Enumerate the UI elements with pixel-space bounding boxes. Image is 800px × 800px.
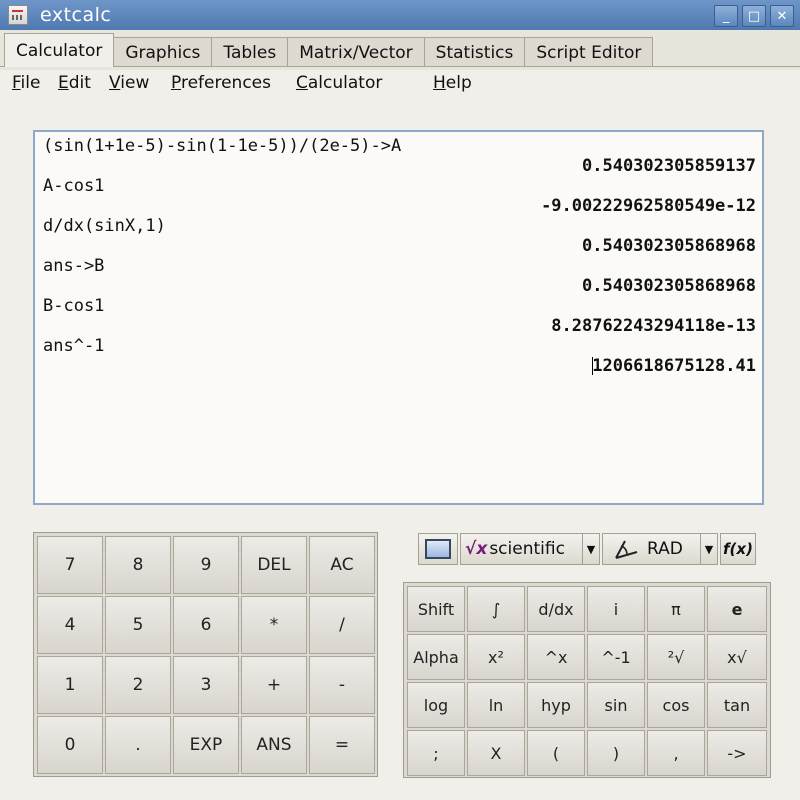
key-power[interactable]: ^x bbox=[527, 634, 585, 680]
result-line: -9.00222962580549e-12 bbox=[541, 196, 756, 216]
key-hyp[interactable]: hyp bbox=[527, 682, 585, 728]
result-line: 8.28762243294118e-13 bbox=[551, 316, 756, 336]
numeric-keypad: 7 8 9 DEL AC 4 5 6 * / 1 2 3 + - 0 . EXP… bbox=[33, 532, 378, 777]
key-decimal[interactable]: . bbox=[105, 716, 171, 774]
tab-graphics[interactable]: Graphics bbox=[113, 37, 213, 67]
key-4[interactable]: 4 bbox=[37, 596, 103, 654]
angle-mode-select[interactable]: RAD bbox=[602, 533, 712, 565]
result-line: 0.540302305859137 bbox=[582, 156, 756, 176]
key-comma[interactable]: , bbox=[647, 730, 705, 776]
key-cos[interactable]: cos bbox=[647, 682, 705, 728]
tab-tables[interactable]: Tables bbox=[211, 37, 289, 67]
key-3[interactable]: 3 bbox=[173, 656, 239, 714]
window-title: extcalc bbox=[40, 4, 112, 26]
menu-view[interactable]: View bbox=[109, 73, 149, 93]
input-line: d/dx(sinX,1) bbox=[43, 216, 166, 236]
key-nth-root[interactable]: x√ bbox=[707, 634, 767, 680]
tab-matrix-vector[interactable]: Matrix/Vector bbox=[287, 37, 425, 67]
function-button[interactable]: f(x) bbox=[720, 533, 756, 565]
key-close-paren[interactable]: ) bbox=[587, 730, 645, 776]
key-tan[interactable]: tan bbox=[707, 682, 767, 728]
minimize-button[interactable]: _ bbox=[714, 5, 738, 27]
angle-mode-dropdown-arrow[interactable]: ▼ bbox=[700, 533, 718, 565]
key-x-variable[interactable]: X bbox=[467, 730, 525, 776]
function-keypad: Shift ∫ d/dx i π e Alpha x² ^x ^-1 ²√ x√… bbox=[403, 582, 771, 778]
sqrt-x-icon: √x bbox=[465, 539, 488, 559]
key-shift[interactable]: Shift bbox=[407, 586, 465, 632]
result-line: 0.540302305868968 bbox=[582, 236, 756, 256]
tab-script-editor[interactable]: Script Editor bbox=[524, 37, 654, 67]
key-plus[interactable]: + bbox=[241, 656, 307, 714]
key-square[interactable]: x² bbox=[467, 634, 525, 680]
tab-bar: Calculator Graphics Tables Matrix/Vector… bbox=[4, 33, 654, 67]
key-ln[interactable]: ln bbox=[467, 682, 525, 728]
key-6[interactable]: 6 bbox=[173, 596, 239, 654]
menu-help[interactable]: Help bbox=[433, 73, 472, 93]
menu-calculator[interactable]: Calculator bbox=[296, 73, 382, 93]
close-button[interactable]: ✕ bbox=[770, 5, 794, 27]
key-7[interactable]: 7 bbox=[37, 536, 103, 594]
key-sqrt[interactable]: ²√ bbox=[647, 634, 705, 680]
result-text: 1206618675128.41 bbox=[592, 356, 756, 376]
key-9[interactable]: 9 bbox=[173, 536, 239, 594]
calculator-type-label: scientific bbox=[489, 539, 565, 559]
key-0[interactable]: 0 bbox=[37, 716, 103, 774]
key-minus[interactable]: - bbox=[309, 656, 375, 714]
calculator-app-icon bbox=[8, 5, 28, 25]
menu-preferences[interactable]: Preferences bbox=[171, 73, 271, 93]
key-5[interactable]: 5 bbox=[105, 596, 171, 654]
calculator-type-dropdown-arrow[interactable]: ▼ bbox=[582, 533, 600, 565]
input-line: ans^-1 bbox=[43, 336, 105, 356]
calculation-display[interactable]: (sin(1+1e-5)-sin(1-1e-5))/(2e-5)->A 0.54… bbox=[33, 130, 764, 505]
title-bar: extcalc _ □ ✕ bbox=[0, 0, 800, 30]
menu-edit[interactable]: Edit bbox=[58, 73, 91, 93]
key-sin[interactable]: sin bbox=[587, 682, 645, 728]
key-1[interactable]: 1 bbox=[37, 656, 103, 714]
input-line: A-cos1 bbox=[43, 176, 105, 196]
key-8[interactable]: 8 bbox=[105, 536, 171, 594]
key-semicolon[interactable]: ; bbox=[407, 730, 465, 776]
angle-icon bbox=[613, 538, 639, 560]
key-pi[interactable]: π bbox=[647, 586, 705, 632]
key-open-paren[interactable]: ( bbox=[527, 730, 585, 776]
window-icon bbox=[425, 539, 451, 559]
key-equals[interactable]: = bbox=[309, 716, 375, 774]
window-mode-button[interactable] bbox=[418, 533, 458, 565]
tab-statistics[interactable]: Statistics bbox=[423, 37, 526, 67]
input-line: (sin(1+1e-5)-sin(1-1e-5))/(2e-5)->A bbox=[43, 136, 402, 156]
key-2[interactable]: 2 bbox=[105, 656, 171, 714]
result-line: 0.540302305868968 bbox=[582, 276, 756, 296]
menu-bar: File Edit View Preferences Calculator He… bbox=[0, 70, 800, 100]
key-divide[interactable]: / bbox=[309, 596, 375, 654]
input-line: ans->B bbox=[43, 256, 105, 276]
key-store[interactable]: -> bbox=[707, 730, 767, 776]
maximize-button[interactable]: □ bbox=[742, 5, 766, 27]
key-ac[interactable]: AC bbox=[309, 536, 375, 594]
key-alpha[interactable]: Alpha bbox=[407, 634, 465, 680]
tab-calculator[interactable]: Calculator bbox=[4, 33, 115, 67]
key-multiply[interactable]: * bbox=[241, 596, 307, 654]
key-exp[interactable]: EXP bbox=[173, 716, 239, 774]
key-e[interactable]: e bbox=[707, 586, 767, 632]
menu-file[interactable]: File bbox=[12, 73, 40, 93]
key-integral[interactable]: ∫ bbox=[467, 586, 525, 632]
angle-mode-label: RAD bbox=[647, 539, 683, 559]
result-line-current: 1206618675128.41 bbox=[592, 356, 756, 376]
key-ans[interactable]: ANS bbox=[241, 716, 307, 774]
input-line: B-cos1 bbox=[43, 296, 105, 316]
key-imaginary[interactable]: i bbox=[587, 586, 645, 632]
calculator-type-select[interactable]: √x scientific bbox=[460, 533, 590, 565]
key-del[interactable]: DEL bbox=[241, 536, 307, 594]
key-reciprocal[interactable]: ^-1 bbox=[587, 634, 645, 680]
key-log[interactable]: log bbox=[407, 682, 465, 728]
key-derivative[interactable]: d/dx bbox=[527, 586, 585, 632]
